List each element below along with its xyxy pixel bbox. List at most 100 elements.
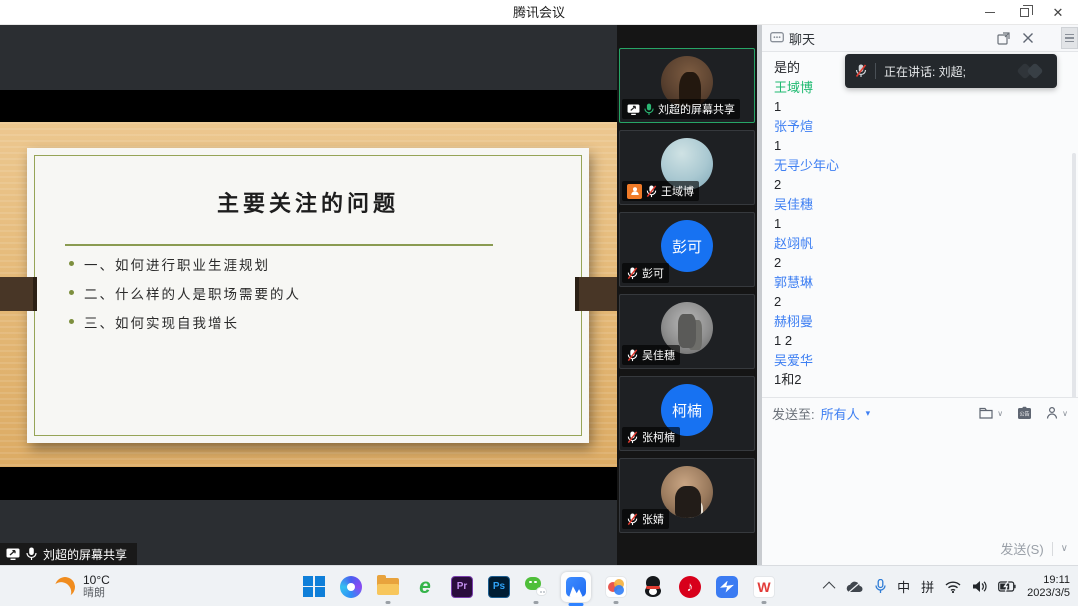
- internet-explorer-icon[interactable]: e: [413, 575, 437, 599]
- shared-screen-area: 主要关注的问题 一、如何进行职业生涯规划 二、什么样的人是职场需要的人 三、如何…: [0, 25, 617, 565]
- presentation-slide: 主要关注的问题 一、如何进行职业生涯规划 二、什么样的人是职场需要的人 三、如何…: [27, 148, 589, 443]
- cloud-icon[interactable]: [846, 581, 864, 593]
- chat-scrollbar[interactable]: [1072, 153, 1076, 411]
- file-explorer-icon[interactable]: [376, 575, 400, 599]
- participant-name: 张婧: [642, 511, 664, 527]
- slide-bullet-list: 一、如何进行职业生涯规划 二、什么样的人是职场需要的人 三、如何实现自我增长: [69, 254, 301, 341]
- screen-share-icon: [6, 548, 20, 560]
- bullet-dot-icon: [69, 319, 74, 324]
- windows-logo-icon: [303, 576, 325, 598]
- tencent-meeting-icon[interactable]: [561, 575, 591, 599]
- send-to-select[interactable]: 所有人: [821, 404, 860, 423]
- letterbox-top: [0, 90, 617, 122]
- taskbar-weather-widget[interactable]: 10°C 晴朗: [55, 566, 110, 606]
- taskbar-clock[interactable]: 19:11 2023/3/5: [1027, 574, 1070, 600]
- window-title: 腾讯会议: [0, 0, 1078, 25]
- slide-bullet: 一、如何进行职业生涯规划: [69, 254, 301, 283]
- chat-title: 聊天: [789, 29, 815, 48]
- participant-tile[interactable]: 王域博: [619, 130, 755, 205]
- chat-message: 吴爱华1和2: [774, 351, 1066, 390]
- slide-ribbon-right: [575, 277, 617, 311]
- pinyin-icon[interactable]: 拼: [921, 577, 934, 596]
- participant-strip: 刘超的屏幕共享 王域博 彭可: [617, 25, 757, 565]
- participant-name: 彭可: [642, 265, 664, 281]
- taskbar: 10°C 晴朗 e Pr Ps ♪ W: [0, 565, 1078, 606]
- battery-icon[interactable]: [998, 581, 1016, 592]
- mic-on-icon: [26, 547, 37, 561]
- participant-tile[interactable]: 彭可 彭可: [619, 212, 755, 287]
- slide-ribbon-left: [0, 277, 37, 311]
- chevron-down-icon[interactable]: ∨: [997, 409, 1003, 418]
- chat-panel: 聊天 是的 王域博1 张予煊1 无寻少年心2 吴佳穗1 赵翊帆2 郭慧琳2 赫栩…: [762, 25, 1078, 565]
- thunder-icon[interactable]: [715, 575, 739, 599]
- participant-name: 吴佳穗: [642, 347, 675, 363]
- host-icon: [627, 184, 642, 199]
- mic-muted-icon: [627, 267, 638, 280]
- chat-message: 无寻少年心2: [774, 156, 1066, 195]
- weather-desc: 晴朗: [83, 587, 110, 600]
- chat-message: 郭慧琳2: [774, 273, 1066, 312]
- close-chat-icon[interactable]: [1018, 28, 1038, 48]
- meeting-logo-icon: [1017, 62, 1047, 80]
- chat-message: 吴佳穗1: [774, 195, 1066, 234]
- wifi-icon[interactable]: [945, 581, 961, 593]
- speaking-toast-text: 正在讲话: 刘超;: [884, 63, 966, 80]
- chat-input[interactable]: [762, 428, 1078, 535]
- mic-tray-icon[interactable]: [875, 579, 886, 594]
- send-to-label: 发送至:: [772, 404, 815, 423]
- slide-divider-line: [65, 244, 493, 246]
- member-button[interactable]: ∨: [1046, 406, 1068, 420]
- speaker-icon[interactable]: [972, 580, 987, 593]
- chat-message: 赵翊帆2: [774, 234, 1066, 273]
- participant-tile[interactable]: 张婧: [619, 458, 755, 533]
- ime-icon[interactable]: 中: [897, 577, 910, 596]
- send-options-chevron-icon[interactable]: ∨: [1061, 543, 1068, 554]
- netease-music-icon[interactable]: ♪: [678, 575, 702, 599]
- send-button[interactable]: 发送(S): [1000, 539, 1043, 558]
- close-button[interactable]: ✕: [1050, 5, 1066, 21]
- speaking-toast: 正在讲话: 刘超;: [845, 54, 1057, 88]
- wechat-icon[interactable]: [524, 575, 548, 599]
- participant-name: 刘超的屏幕共享: [658, 101, 735, 117]
- restore-button[interactable]: [1016, 5, 1032, 21]
- chat-message-list[interactable]: 是的 王域博1 张予煊1 无寻少年心2 吴佳穗1 赵翊帆2 郭慧琳2 赫栩曼1 …: [762, 52, 1078, 397]
- tray-date: 2023/3/5: [1027, 587, 1070, 600]
- panel-menu-icon[interactable]: [1061, 27, 1078, 49]
- announcement-button[interactable]: 公告: [1017, 406, 1032, 420]
- tray-expand-icon[interactable]: [823, 582, 836, 595]
- premiere-icon[interactable]: Pr: [450, 575, 474, 599]
- slide-bullet: 二、什么样的人是职场需要的人: [69, 283, 301, 312]
- rings-app-icon[interactable]: [604, 575, 628, 599]
- moon-weather-icon: [53, 574, 77, 598]
- start-button[interactable]: [302, 575, 326, 599]
- send-file-button[interactable]: ∨: [979, 407, 1003, 420]
- chevron-down-icon[interactable]: ∨: [1062, 409, 1068, 418]
- slide-title: 主要关注的问题: [27, 186, 589, 218]
- participant-tile[interactable]: 吴佳穗: [619, 294, 755, 369]
- participant-tile[interactable]: 柯楠 张柯楠: [619, 376, 755, 451]
- popout-icon[interactable]: [993, 28, 1013, 48]
- slide-bullet: 三、如何实现自我增长: [69, 312, 301, 341]
- system-tray: 中 拼 19:11 2023/3/5: [826, 566, 1070, 606]
- title-bar: 腾讯会议 ✕: [0, 0, 1078, 25]
- participant-name: 张柯楠: [642, 429, 675, 445]
- bullet-dot-icon: [69, 261, 74, 266]
- tray-time: 19:11: [1027, 574, 1070, 587]
- photoshop-icon[interactable]: Ps: [487, 575, 511, 599]
- mic-muted-icon: [627, 431, 638, 444]
- chat-bubble-icon: [770, 32, 784, 44]
- chevron-down-icon[interactable]: ▾: [866, 408, 871, 419]
- wps-icon[interactable]: W: [752, 575, 776, 599]
- mic-muted-icon: [627, 513, 638, 526]
- qq-icon[interactable]: [641, 575, 665, 599]
- screen-share-icon: [627, 104, 640, 115]
- app-window: 腾讯会议 ✕ 主要关注的问题 一、如何进行职业生涯规划 二、什么样的人是职场需要…: [0, 0, 1078, 606]
- minimize-button[interactable]: [982, 5, 998, 21]
- browser-360-icon[interactable]: [339, 575, 363, 599]
- sharer-overlay-label: 刘超的屏幕共享: [0, 543, 137, 565]
- participant-tile[interactable]: 刘超的屏幕共享: [619, 48, 755, 123]
- chat-message: 赫栩曼1 2: [774, 312, 1066, 351]
- participant-name: 王域博: [661, 183, 694, 199]
- sharer-name: 刘超的屏幕共享: [43, 546, 127, 563]
- chat-message: 张予煊1: [774, 117, 1066, 156]
